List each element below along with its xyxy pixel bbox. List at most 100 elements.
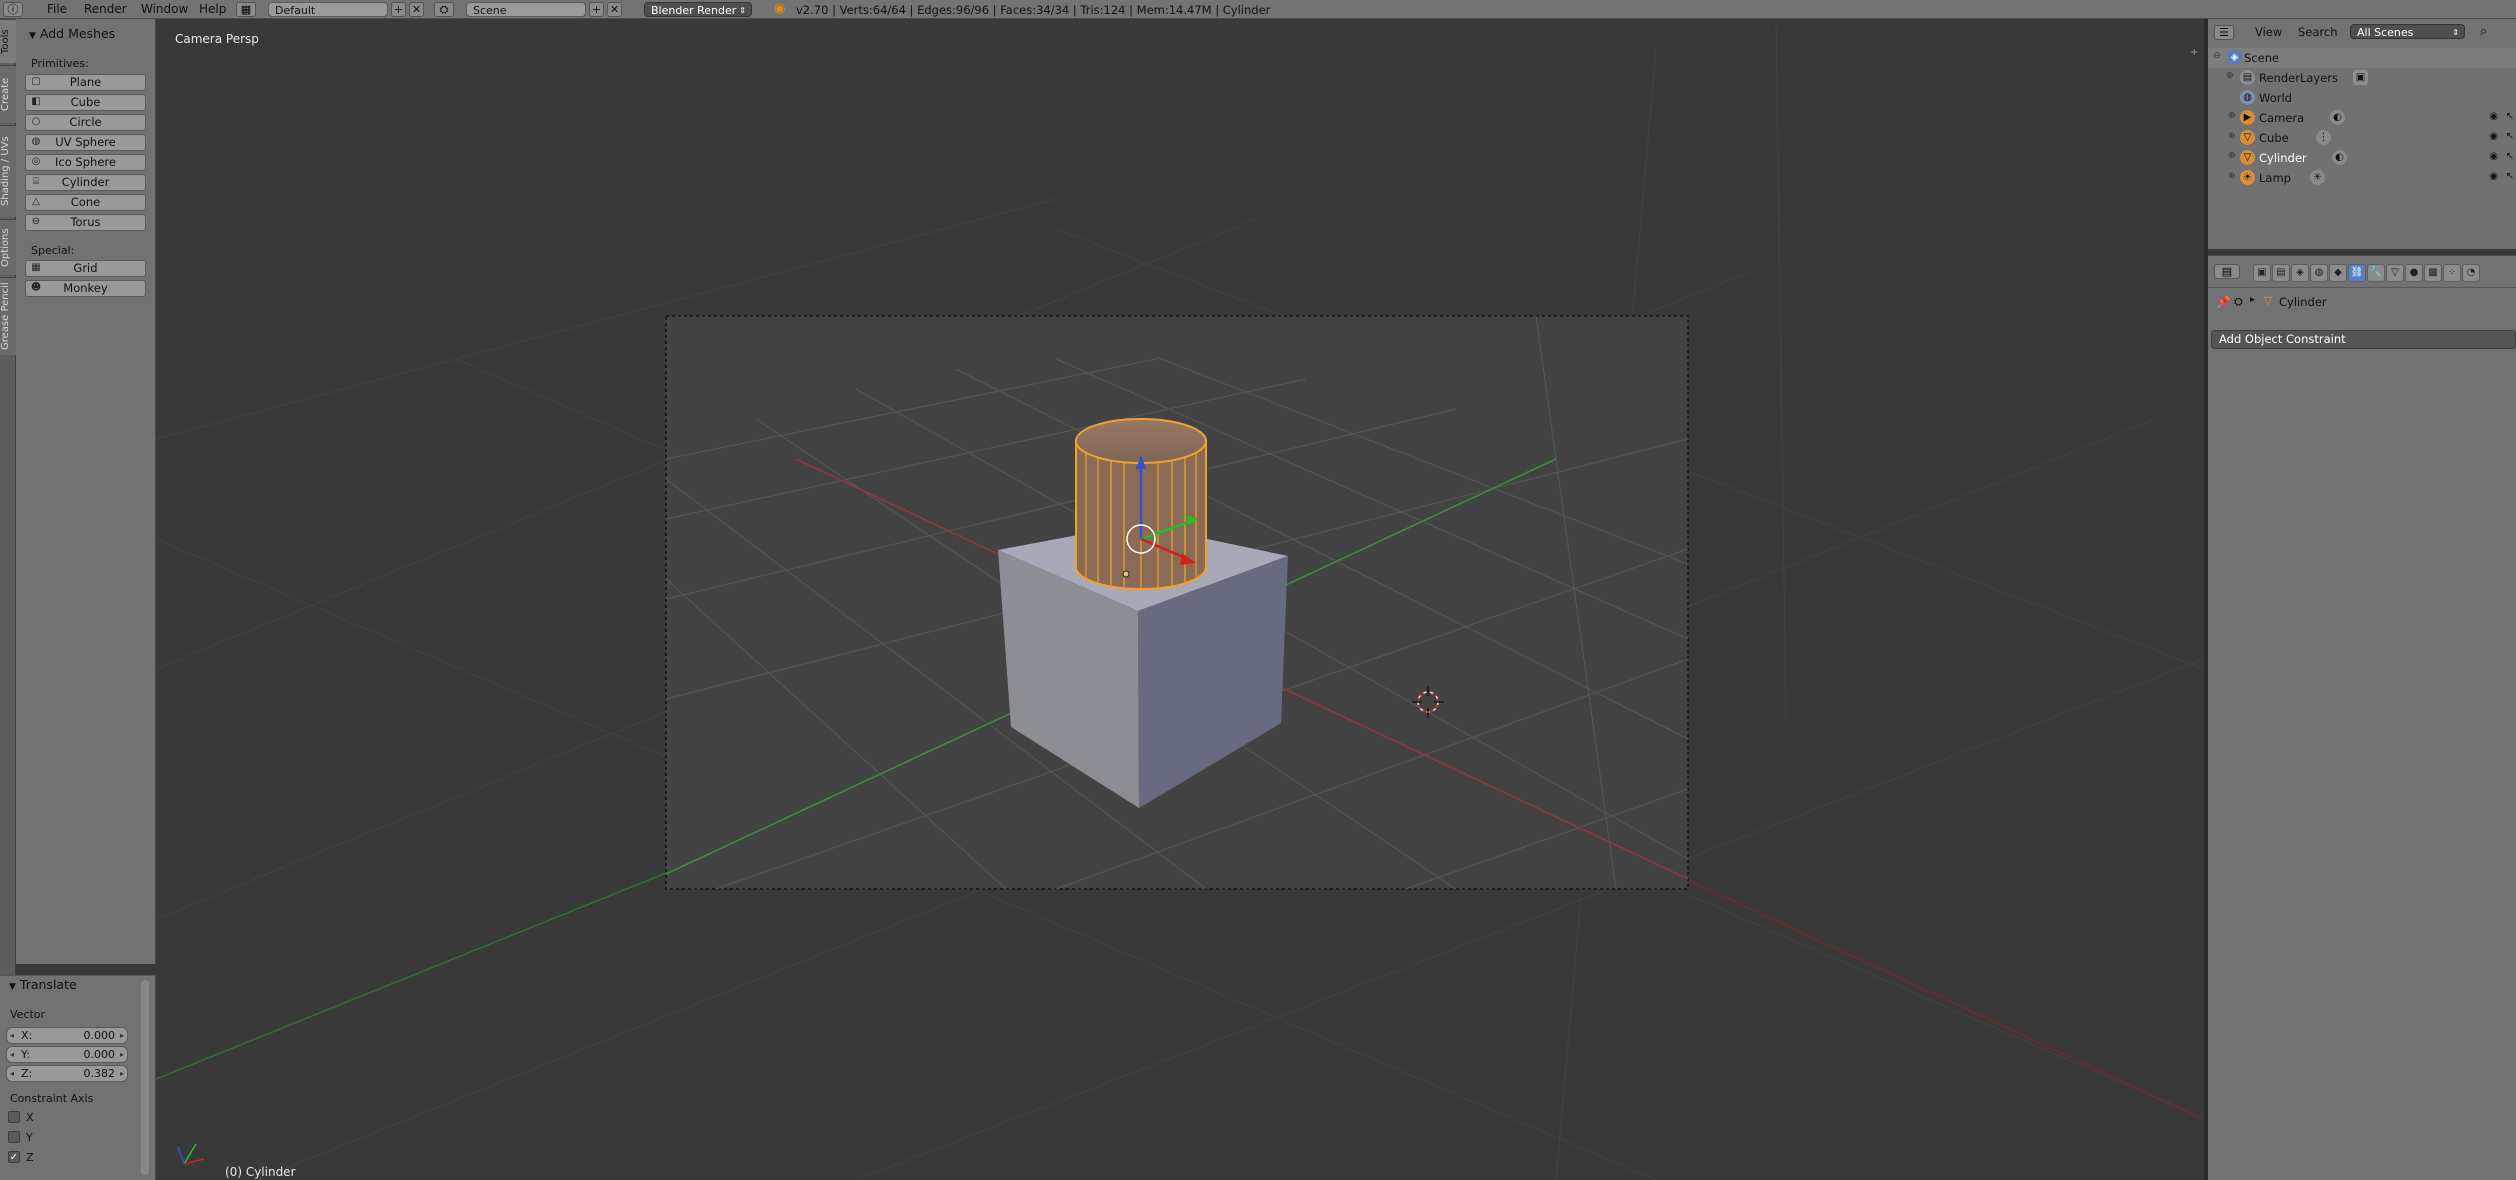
- add-cylinder-button[interactable]: ⌸ Cylinder: [25, 174, 146, 191]
- add-ico-sphere-button[interactable]: ◎ Ico Sphere: [25, 154, 146, 171]
- tool-shelf: ▼ Add Meshes Primitives: ▢ Plane ◧ Cube ○ C…: [16, 19, 156, 964]
- translate-panel-title[interactable]: ▼ Translate: [9, 977, 77, 992]
- select-arrows-icon: ⇕: [739, 6, 746, 15]
- particles-tab-icon[interactable]: ⁘: [2443, 264, 2461, 282]
- outliner-editor-icon[interactable]: ☰: [2214, 25, 2234, 40]
- scene-field[interactable]: Scene: [466, 2, 586, 17]
- add-grid-button[interactable]: ▦ Grid: [25, 260, 146, 277]
- torus-icon: ⊖: [31, 216, 41, 227]
- pin-icon[interactable]: 📌: [2216, 295, 2231, 309]
- tab-options[interactable]: Options: [0, 219, 16, 275]
- vector-y-field[interactable]: ◂ Y: 0.000 ▸: [6, 1046, 128, 1063]
- add-meshes-panel-title[interactable]: ▼ Add Meshes: [29, 26, 115, 41]
- add-object-constraint-button[interactable]: Add Object Constraint: [2211, 330, 2516, 349]
- object-tab-icon[interactable]: ◆: [2329, 264, 2347, 282]
- properties-editor-icon[interactable]: ▤: [2214, 264, 2240, 279]
- outliner-view-menu[interactable]: View: [2255, 25, 2282, 39]
- constraints-tab-icon[interactable]: ⛓: [2348, 264, 2366, 282]
- scene-icon[interactable]: ⛭: [434, 2, 454, 17]
- selectable-arrow-icon[interactable]: ↖: [2506, 131, 2514, 142]
- visibility-eye-icon[interactable]: ◉: [2489, 151, 2498, 162]
- visibility-eye-icon[interactable]: ◉: [2489, 111, 2498, 122]
- y-value: 0.000: [83, 1048, 116, 1061]
- increment-arrow-icon: ▸: [119, 1069, 124, 1078]
- decrement-arrow-icon: ◂: [10, 1031, 15, 1040]
- search-icon[interactable]: ⌕: [2480, 24, 2487, 39]
- uv-sphere-icon: ◍: [31, 136, 41, 147]
- render-layers-tab-icon[interactable]: ▤: [2272, 264, 2290, 282]
- menu-help[interactable]: Help: [199, 2, 226, 16]
- outliner-row-world[interactable]: ◍ World: [2208, 88, 2516, 108]
- texture-tab-icon[interactable]: ▩: [2424, 264, 2442, 282]
- selectable-arrow-icon[interactable]: ↖: [2506, 111, 2514, 122]
- collapse-arrow-icon: ▼: [9, 982, 16, 992]
- tab-grease-pencil[interactable]: Grease Pencil: [0, 277, 16, 355]
- tab-tools[interactable]: Tools: [0, 19, 16, 63]
- screen-layout-field[interactable]: Default: [268, 2, 388, 17]
- outliner-row-scene[interactable]: ⊖ ◈ Scene: [2208, 48, 2516, 68]
- remove-scene-button[interactable]: ✕: [607, 2, 622, 17]
- outliner-row-lamp[interactable]: ⊕ ☀ Lamp ✳ ◉ ↖: [2208, 168, 2516, 188]
- add-plane-button[interactable]: ▢ Plane: [25, 74, 146, 91]
- constraint-z-checkbox[interactable]: ✓: [8, 1151, 20, 1163]
- vector-x-field[interactable]: ◂ X: 0.000 ▸: [6, 1027, 128, 1044]
- world-tab-icon[interactable]: ◍: [2310, 264, 2328, 282]
- add-torus-button[interactable]: ⊖ Torus: [25, 214, 146, 231]
- menu-window[interactable]: Window: [141, 2, 188, 16]
- outliner-row-cylinder[interactable]: ⊕ ▽ Cylinder ◐ ◉ ↖: [2208, 148, 2516, 168]
- mesh-data-tab-icon[interactable]: ▽: [2386, 264, 2404, 282]
- vector-z-field[interactable]: ◂ Z: 0.382 ▸: [6, 1065, 128, 1082]
- modifiers-tab-icon[interactable]: 🔧: [2367, 264, 2385, 282]
- add-cone-button[interactable]: △ Cone: [25, 194, 146, 211]
- 3d-viewport[interactable]: + Camera Persp (0) Cylinder: [156, 19, 2204, 1180]
- scene-label: Scene: [2244, 51, 2280, 65]
- region-toggle-icon[interactable]: +: [2190, 47, 2198, 58]
- primitives-label: Primitives:: [31, 57, 89, 70]
- render-tab-icon[interactable]: ▣: [2253, 264, 2271, 282]
- render-engine-select[interactable]: Blender Render ⇕: [644, 2, 752, 17]
- grid-icon: ▦: [31, 262, 41, 273]
- cylinder-label: Cylinder: [2259, 151, 2307, 165]
- visibility-eye-icon[interactable]: ◉: [2489, 131, 2498, 142]
- add-circle-button[interactable]: ○ Circle: [25, 114, 146, 131]
- lamp-label: Lamp: [2259, 171, 2291, 185]
- selectable-arrow-icon[interactable]: ↖: [2506, 171, 2514, 182]
- constraint-y-checkbox[interactable]: [8, 1131, 20, 1143]
- outliner-display-select[interactable]: All Scenes ⇕: [2350, 24, 2465, 39]
- tab-shading-uvs[interactable]: Shading / UVs: [0, 125, 16, 217]
- y-axis-line-outer: [156, 868, 677, 1080]
- scene-tab-icon[interactable]: ◈: [2291, 264, 2309, 282]
- lamp-data-icon: ✳: [2310, 170, 2325, 185]
- outliner-search-menu[interactable]: Search: [2298, 25, 2338, 39]
- outliner-row-camera[interactable]: ⊕ ▶ Camera ◐ ◉ ↖: [2208, 108, 2516, 128]
- properties-header: ▤ ▣ ▤ ◈ ◍ ◆ ⛓ 🔧 ▽ ● ▩ ⁘ ◔: [2208, 255, 2516, 288]
- visibility-eye-icon[interactable]: ◉: [2489, 171, 2498, 182]
- world-label: World: [2259, 91, 2292, 105]
- add-screen-button[interactable]: +: [391, 2, 406, 17]
- outliner-row-cube[interactable]: ⊕ ▽ Cube ⋮ ◉ ↖: [2208, 128, 2516, 148]
- circle-label: Circle: [69, 115, 102, 129]
- operator-scrollbar[interactable]: [141, 980, 149, 1175]
- add-monkey-button[interactable]: ☻ Monkey: [25, 280, 146, 297]
- screen-layout-icon[interactable]: ▦: [236, 2, 256, 17]
- add-uv-sphere-button[interactable]: ◍ UV Sphere: [25, 134, 146, 151]
- info-editor-icon[interactable]: ⓘ: [3, 2, 23, 17]
- mesh-object-icon: ▽: [2240, 130, 2255, 145]
- material-tab-icon[interactable]: ●: [2405, 264, 2423, 282]
- remove-screen-button[interactable]: ✕: [409, 2, 424, 17]
- cylinder-icon: ⌸: [33, 176, 39, 187]
- info-header: ⓘ File Render Window Help ▦ Default + ✕ …: [0, 0, 2516, 19]
- camera-label: Camera: [2259, 111, 2305, 125]
- add-cube-button[interactable]: ◧ Cube: [25, 94, 146, 111]
- selectable-arrow-icon[interactable]: ↖: [2506, 151, 2514, 162]
- breadcrumb-object-name: Cylinder: [2279, 295, 2327, 309]
- menu-render[interactable]: Render: [84, 2, 127, 16]
- viewport-canvas[interactable]: +: [156, 19, 2204, 1180]
- outliner-row-renderlayers[interactable]: ⊕ ▤ RenderLayers ▣: [2208, 68, 2516, 88]
- menu-file[interactable]: File: [47, 2, 67, 16]
- constraint-x-checkbox[interactable]: [8, 1111, 20, 1123]
- physics-tab-icon[interactable]: ◔: [2462, 264, 2480, 282]
- vector-label: Vector: [10, 1008, 46, 1021]
- tab-create[interactable]: Create: [0, 65, 16, 123]
- add-scene-button[interactable]: +: [589, 2, 604, 17]
